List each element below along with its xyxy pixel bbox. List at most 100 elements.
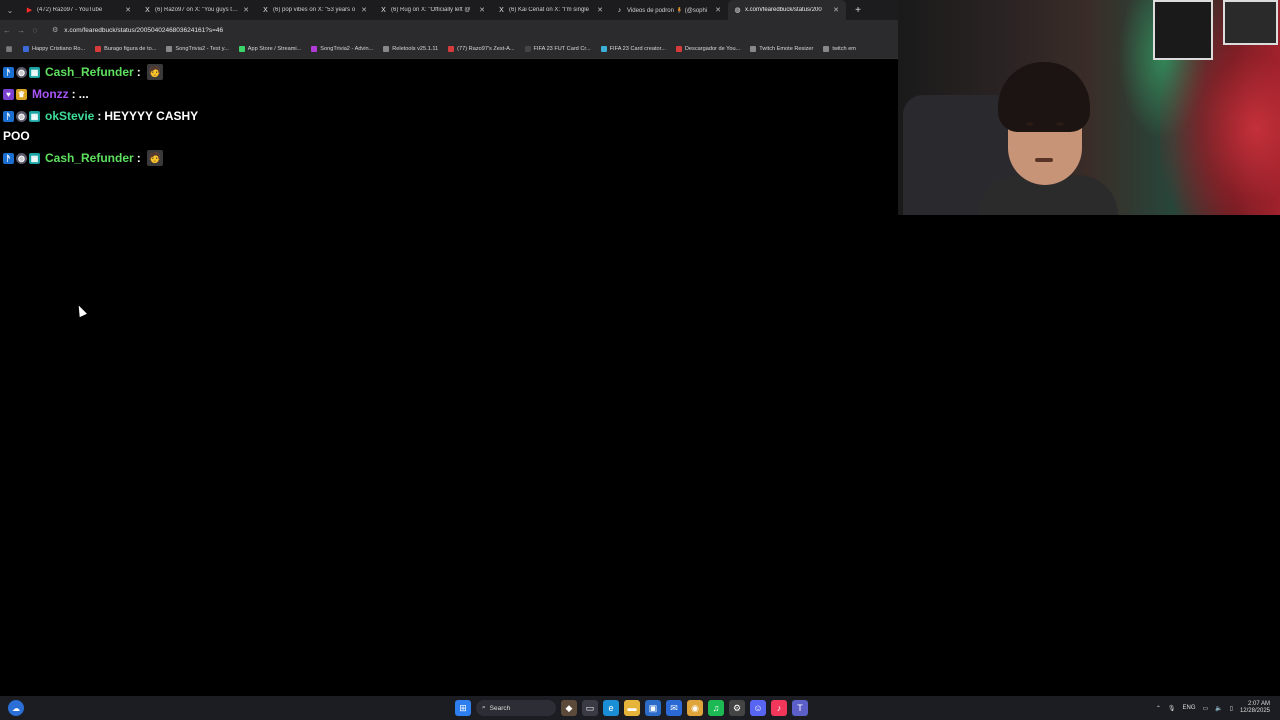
chrome-icon[interactable]: ◉	[687, 700, 703, 716]
bookmark-item[interactable]: SongTrivia2 - Advin...	[306, 46, 378, 52]
microphone-icon[interactable]: 🎙	[1168, 705, 1176, 712]
apps-grid-icon[interactable]: ▦	[0, 45, 18, 53]
new-tab-button[interactable]: +	[850, 5, 866, 16]
tab-youtube[interactable]: ▶ (472) Razo97 - YouTube ✕	[20, 0, 138, 20]
site-info-icon[interactable]: ⚙	[52, 26, 58, 34]
back-icon[interactable]: ←	[0, 26, 14, 35]
webcam-feed	[898, 0, 1280, 215]
bookmark-favicon-icon	[750, 46, 757, 52]
bookmark-favicon-icon	[23, 46, 29, 52]
tab-search-icon[interactable]: ⌄	[0, 0, 20, 20]
chat-text-continued: POO	[3, 129, 30, 143]
chat-message: ᚫ ◍ ▦ Cash_Refunder : 🧑	[3, 64, 163, 80]
forward-icon[interactable]: →	[14, 26, 28, 35]
chat-message: ᚫ ◍ ▦ okStevie : HEYYYY CASHY	[3, 109, 198, 123]
address-bar[interactable]: ⚙ x.com/fearedbuck/status/20050402468036…	[48, 23, 868, 37]
widgets-icon[interactable]: ◆	[561, 700, 577, 716]
wall-frame	[1153, 0, 1213, 60]
bookmark-label: FIFA 23 Card creator...	[609, 46, 666, 52]
clock[interactable]: 2:07 AM 12/28/2025	[1240, 701, 1270, 715]
close-icon[interactable]: ✕	[714, 6, 722, 14]
bookmark-label: twitch em	[832, 46, 856, 52]
close-icon[interactable]: ✕	[360, 6, 368, 14]
badge-icon: ▦	[29, 152, 40, 164]
tab-x-3[interactable]: X (6) Rug on X: "Officially left @ ✕	[374, 0, 492, 20]
spotify-icon[interactable]: ♫	[708, 700, 724, 716]
tab-active[interactable]: ◍ x.com/fearedbuck/status/200 ✕	[728, 0, 846, 20]
bookmark-item[interactable]: FIFA 23 FUT Card Cr...	[520, 46, 596, 52]
chat-username[interactable]: Cash_Refunder	[45, 65, 134, 79]
bookmark-favicon-icon	[238, 46, 245, 52]
settings-gear-icon[interactable]: ⚙	[729, 700, 745, 716]
bookmark-item[interactable]: twitch em	[818, 46, 861, 52]
bookmark-item[interactable]: Reletools v25.1.11	[378, 46, 443, 52]
bookmark-item[interactable]: FIFA 23 Card creator...	[596, 46, 671, 52]
chat-username[interactable]: okStevie	[45, 109, 94, 123]
weather-icon[interactable]: ☁	[8, 700, 24, 716]
battery-icon[interactable]: ▯	[1230, 705, 1233, 712]
badge-icon: ◍	[16, 110, 27, 122]
chat-separator: :	[97, 109, 102, 123]
bookmark-favicon-icon	[95, 46, 102, 52]
music-icon[interactable]: ♪	[771, 700, 787, 716]
x-icon: X	[381, 6, 386, 14]
search-icon: ⌕	[482, 704, 486, 711]
bookmark-label: App Store / Streami...	[247, 46, 302, 52]
badge-icon: ◍	[16, 66, 27, 78]
bookmark-label: (77) Razo97's Zest-A...	[457, 46, 515, 52]
file-explorer-icon[interactable]: ▬	[624, 700, 640, 716]
bookmark-label: Happy Cristiano Ro...	[32, 46, 86, 52]
discord-icon[interactable]: ☺	[750, 700, 766, 716]
bookmark-favicon-icon	[524, 46, 531, 52]
bookmark-item[interactable]: Burago figura de to...	[90, 46, 161, 52]
bookmark-item[interactable]: Descargador de You...	[671, 46, 745, 52]
x-icon: X	[499, 6, 504, 14]
chat-username[interactable]: Cash_Refunder	[45, 151, 134, 165]
bookmark-label: Descargador de You...	[684, 46, 741, 52]
bookmark-item[interactable]: Happy Cristiano Ro...	[18, 46, 90, 52]
man-emote-icon: 🧑	[146, 150, 163, 166]
task-view-icon[interactable]: ▭	[582, 700, 598, 716]
edge-icon[interactable]: e	[603, 700, 619, 716]
youtube-icon: ▶	[26, 7, 33, 14]
bookmark-item[interactable]: App Store / Streami...	[234, 46, 306, 52]
bookmark-item[interactable]: (77) Razo97's Zest-A...	[443, 46, 519, 52]
x-icon: X	[263, 6, 268, 14]
bookmark-item[interactable]: Twitch Emote Resizer	[745, 46, 818, 52]
tab-title: (6) Kai Cenat on X: "I'm single	[509, 7, 589, 13]
windows-start-icon[interactable]: ⊞	[455, 700, 471, 716]
clock-date: 12/28/2025	[1239, 708, 1270, 714]
taskbar: ☁ ⊞ ⌕ Search ◆ ▭ e ▬ ▣ ✉ ◉ ♫ ⚙ ☺ ♪ T ⌃ 🎙…	[0, 696, 1280, 720]
mail-icon[interactable]: ✉	[666, 700, 682, 716]
tab-x-4[interactable]: X (6) Kai Cenat on X: "I'm single ✕	[492, 0, 610, 20]
language-indicator[interactable]: ENG	[1182, 705, 1195, 711]
taskbar-search[interactable]: ⌕ Search	[476, 700, 556, 716]
bookmark-item[interactable]: SongTrivia2 - Test y...	[161, 46, 233, 52]
close-icon[interactable]: ✕	[242, 6, 250, 14]
chevron-up-icon[interactable]: ⌃	[1156, 705, 1161, 712]
loading-icon[interactable]: ◌	[28, 26, 42, 35]
badge-icon: ▦	[29, 110, 40, 122]
close-icon[interactable]: ✕	[596, 6, 604, 14]
tab-title: (472) Razo97 - YouTube	[37, 7, 103, 13]
x-icon: X	[145, 6, 150, 14]
mouth	[1035, 158, 1053, 162]
close-icon[interactable]: ✕	[832, 6, 840, 14]
network-icon[interactable]: ▭	[1203, 705, 1209, 712]
tab-tiktok[interactable]: ♪ Videos de podron 🧍 (@sophi ✕	[610, 0, 728, 20]
close-icon[interactable]: ✕	[124, 6, 132, 14]
tab-x-1[interactable]: X (6) Razo97 on X: "You guys talk ✕	[138, 0, 256, 20]
screen: ⌄ ▶ (472) Razo97 - YouTube ✕ X (6) Razo9…	[0, 0, 1280, 720]
bookmark-label: Reletools v25.1.11	[392, 46, 439, 52]
eye	[1056, 122, 1064, 126]
photos-icon[interactable]: ▣	[645, 700, 661, 716]
volume-icon[interactable]: 🔈	[1215, 705, 1222, 712]
badge-icon: ▦	[29, 66, 40, 78]
chat-username[interactable]: Monzz	[32, 87, 69, 101]
teams-icon[interactable]: T	[792, 700, 808, 716]
bookmark-label: FIFA 23 FUT Card Cr...	[533, 46, 591, 52]
tab-x-2[interactable]: X (6) pop vibes on X: "53 years o ✕	[256, 0, 374, 20]
close-icon[interactable]: ✕	[478, 6, 486, 14]
tiktok-icon: ♪	[617, 6, 622, 14]
eye	[1026, 122, 1034, 126]
